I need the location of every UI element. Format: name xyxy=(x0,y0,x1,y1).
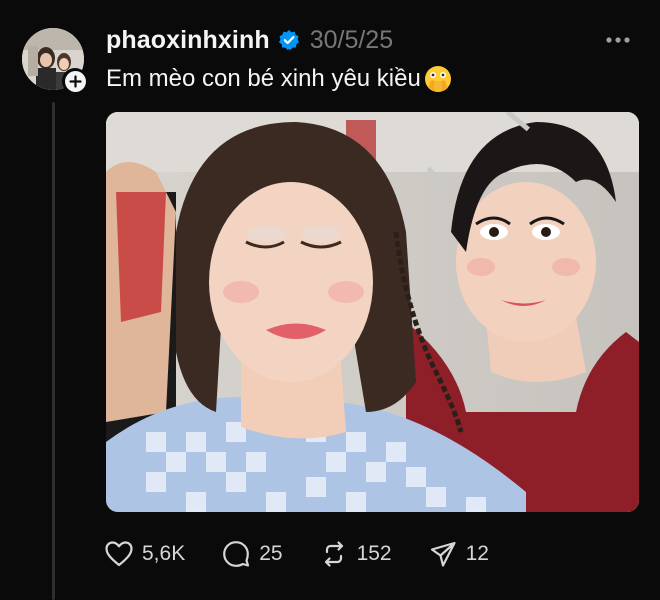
repost-count: 152 xyxy=(356,542,392,565)
username[interactable]: phaoxinhxinh xyxy=(106,26,270,55)
post-actions: 5,6K 25 152 12 xyxy=(104,534,525,574)
face-with-hand-over-mouth-emoji xyxy=(423,64,453,94)
plus-icon xyxy=(68,74,82,88)
repost-button[interactable]: 152 xyxy=(319,539,392,569)
share-count: 12 xyxy=(465,542,489,565)
repost-icon xyxy=(319,539,349,569)
like-button[interactable]: 5,6K xyxy=(104,539,185,569)
post-timestamp[interactable]: 30/5/25 xyxy=(310,26,393,55)
caption-text: Em mèo con bé xinh yêu kiều xyxy=(106,65,421,92)
thread-post: phaoxinhxinh 30/5/25 Em mèo con bé xinh … xyxy=(0,0,660,600)
like-count: 5,6K xyxy=(142,542,186,565)
reply-count: 25 xyxy=(259,542,283,565)
verified-badge-icon xyxy=(278,29,300,51)
post-header: phaoxinhxinh 30/5/25 xyxy=(106,22,393,58)
heart-icon xyxy=(104,539,134,569)
more-options-button[interactable] xyxy=(604,26,632,54)
share-button[interactable]: 12 xyxy=(428,539,489,569)
more-options-icon xyxy=(606,37,630,43)
send-icon xyxy=(428,539,458,569)
post-caption: Em mèo con bé xinh yêu kiều xyxy=(106,62,453,96)
comment-icon xyxy=(221,539,251,569)
thread-line xyxy=(52,102,55,600)
reply-button[interactable]: 25 xyxy=(221,539,283,569)
follow-button[interactable] xyxy=(62,68,88,94)
avatar-container[interactable] xyxy=(22,28,88,94)
post-image[interactable] xyxy=(106,112,639,512)
